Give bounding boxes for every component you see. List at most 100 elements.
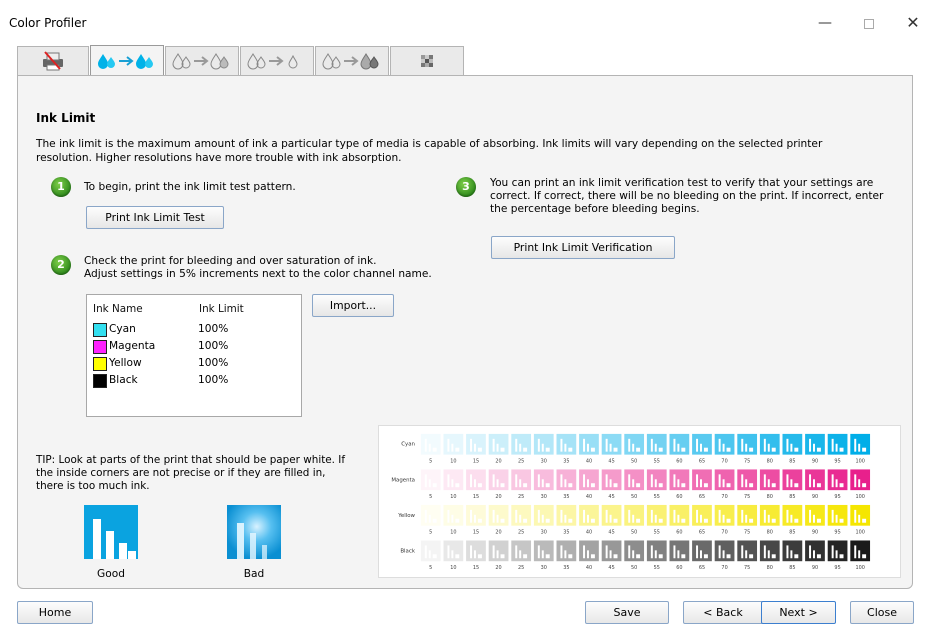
pattern-bar: [477, 483, 482, 488]
ink-limit-test-pattern: Cyan5 10 15 20 25 30 35 40 45 50 55 60 65 70 75 80 85 90 9…: [378, 425, 901, 578]
tab-profile[interactable]: [315, 46, 389, 75]
pattern-bar: [858, 479, 861, 488]
pattern-bar: [523, 447, 528, 452]
pattern-bar: [749, 447, 754, 452]
pattern-percent-label: 100: [855, 565, 864, 571]
pattern-bar: [858, 550, 861, 559]
pattern-patch: [556, 504, 577, 526]
ink-limit-value[interactable]: 100%: [198, 323, 228, 335]
ink-name: Magenta: [109, 340, 156, 352]
home-button[interactable]: Home: [17, 601, 93, 624]
pattern-bar: [424, 509, 427, 523]
tab-printer[interactable]: [17, 46, 89, 75]
pattern-bar: [628, 545, 631, 559]
pattern-bar: [586, 550, 589, 559]
pattern-bar: [477, 447, 482, 452]
pattern-bar: [428, 443, 431, 452]
pattern-bar: [590, 518, 595, 523]
pattern-percent-label: 30: [541, 459, 547, 465]
ink-limit-value[interactable]: 100%: [198, 340, 228, 352]
pattern-bar: [541, 514, 544, 523]
ink-row-magenta[interactable]: Magenta 100%: [91, 338, 291, 355]
pattern-bar: [763, 509, 766, 523]
pattern-bar: [500, 518, 505, 523]
pattern-bar: [831, 545, 834, 559]
pattern-bar: [545, 483, 550, 488]
title-bar: Color Profiler — ✕: [0, 0, 928, 42]
pattern-bar: [628, 438, 631, 452]
ink-name: Cyan: [109, 323, 136, 335]
save-button[interactable]: Save: [585, 601, 669, 624]
pattern-percent-label: 70: [721, 530, 727, 536]
maximize-button[interactable]: [854, 12, 884, 34]
pattern-bar: [470, 474, 473, 488]
pattern-patch: [420, 433, 441, 455]
close-button[interactable]: Close: [850, 601, 914, 624]
ink-row-yellow[interactable]: Yellow 100%: [91, 355, 291, 372]
pattern-bar: [699, 443, 702, 452]
good-sample-icon: [84, 505, 138, 559]
minimize-button[interactable]: —: [810, 12, 840, 34]
pattern-bar: [786, 438, 789, 452]
next-button[interactable]: Next >: [761, 601, 836, 624]
pattern-percent-label: 95: [834, 494, 840, 500]
pattern-percent-label: 80: [767, 530, 773, 536]
pattern-patch: [759, 433, 780, 455]
pattern-bar: [858, 514, 861, 523]
pattern-bar: [726, 483, 731, 488]
pattern-bar: [424, 545, 427, 559]
pattern-percent-label: 50: [631, 565, 637, 571]
pattern-bar: [767, 550, 770, 559]
pattern-bar: [560, 545, 563, 559]
pattern-bar: [451, 550, 454, 559]
pattern-percent-label: 95: [834, 565, 840, 571]
close-window-button[interactable]: ✕: [898, 12, 928, 34]
pattern-bar: [560, 509, 563, 523]
page-title: Ink Limit: [36, 111, 96, 125]
pattern-bar: [862, 554, 867, 559]
ink-row-cyan[interactable]: Cyan 100%: [91, 321, 291, 338]
pattern-bar: [741, 509, 744, 523]
pattern-bar: [492, 545, 495, 559]
pattern-bar: [492, 509, 495, 523]
pattern-percent-label: 45: [608, 459, 614, 465]
tab-linearization[interactable]: [165, 46, 239, 75]
print-ink-limit-verification-button[interactable]: Print Ink Limit Verification: [491, 236, 675, 259]
tab-total-ink[interactable]: [240, 46, 314, 75]
import-button[interactable]: Import...: [312, 294, 394, 317]
pattern-channel-label: Yellow: [397, 513, 415, 519]
tab-ink-limit[interactable]: [90, 45, 164, 76]
ink-limit-value[interactable]: 100%: [198, 357, 228, 369]
pattern-bar: [767, 443, 770, 452]
pattern-bar: [763, 545, 766, 559]
pattern-bar: [790, 443, 793, 452]
pattern-percent-label: 60: [676, 459, 682, 465]
print-ink-limit-test-button[interactable]: Print Ink Limit Test: [86, 206, 224, 229]
ink-name-header[interactable]: Ink Name: [93, 303, 143, 315]
ink-name: Black: [109, 374, 138, 386]
pattern-percent-label: 55: [654, 459, 660, 465]
pattern-bar: [854, 509, 857, 523]
step-2-line-1: Check the print for bleeding and over sa…: [84, 255, 377, 267]
ink-limit-list[interactable]: Ink Name Ink Limit Cyan 100% Magenta 100…: [86, 294, 302, 417]
ink-row-black[interactable]: Black 100%: [91, 372, 291, 389]
pattern-bar: [813, 514, 815, 523]
tab-color-chart[interactable]: [390, 46, 464, 75]
pattern-patch: [420, 469, 441, 491]
pattern-bar: [658, 554, 663, 559]
pattern-percent-label: 35: [563, 459, 569, 465]
pattern-bar: [568, 554, 573, 559]
pattern-percent-label: 25: [518, 494, 524, 500]
pattern-bar: [473, 550, 476, 559]
pattern-percent-label: 55: [654, 494, 660, 500]
ink-limit-header[interactable]: Ink Limit: [199, 303, 244, 315]
pattern-percent-label: 85: [789, 494, 795, 500]
pattern-patch: [556, 469, 577, 491]
ink-limit-value[interactable]: 100%: [198, 374, 228, 386]
pattern-bar: [496, 514, 499, 523]
pattern-bar: [568, 447, 573, 452]
pattern-bar: [654, 443, 657, 452]
pattern-bar: [718, 509, 721, 523]
pattern-percent-label: 75: [744, 459, 750, 465]
back-button[interactable]: < Back: [683, 601, 763, 624]
